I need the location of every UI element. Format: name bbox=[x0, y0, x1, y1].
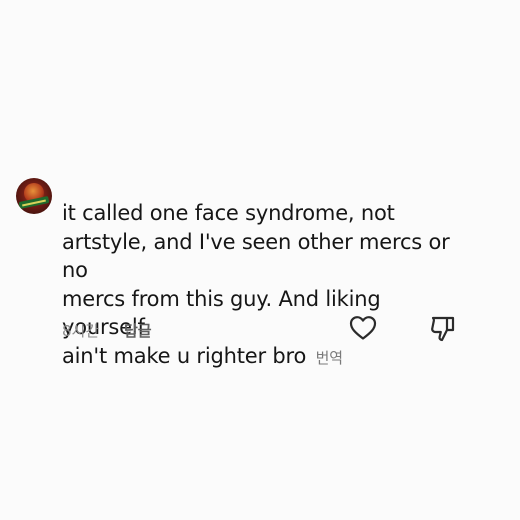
dislike-button[interactable] bbox=[428, 313, 458, 343]
translate-link[interactable]: 번역 bbox=[316, 349, 343, 367]
comment-item: it called one face syndrome, not artstyl… bbox=[0, 0, 520, 520]
comment-line: artstyle, and I've seen other mercs or n… bbox=[62, 229, 450, 283]
timestamp: 8시간 bbox=[62, 322, 100, 340]
comment-line: ain't make u righter bro bbox=[62, 343, 307, 368]
like-button[interactable] bbox=[348, 313, 378, 343]
comment-meta: 8시간 답글 bbox=[62, 320, 152, 341]
reply-button[interactable]: 답글 bbox=[124, 320, 152, 341]
comment-text: it called one face syndrome, not artstyl… bbox=[62, 199, 462, 372]
avatar[interactable] bbox=[16, 178, 52, 214]
heart-icon bbox=[349, 316, 377, 340]
thumbs-down-icon bbox=[431, 316, 455, 342]
comment-line: it called one face syndrome, not bbox=[62, 201, 395, 225]
comment-line-last: ain't make u righter bro 번역 bbox=[62, 342, 462, 373]
